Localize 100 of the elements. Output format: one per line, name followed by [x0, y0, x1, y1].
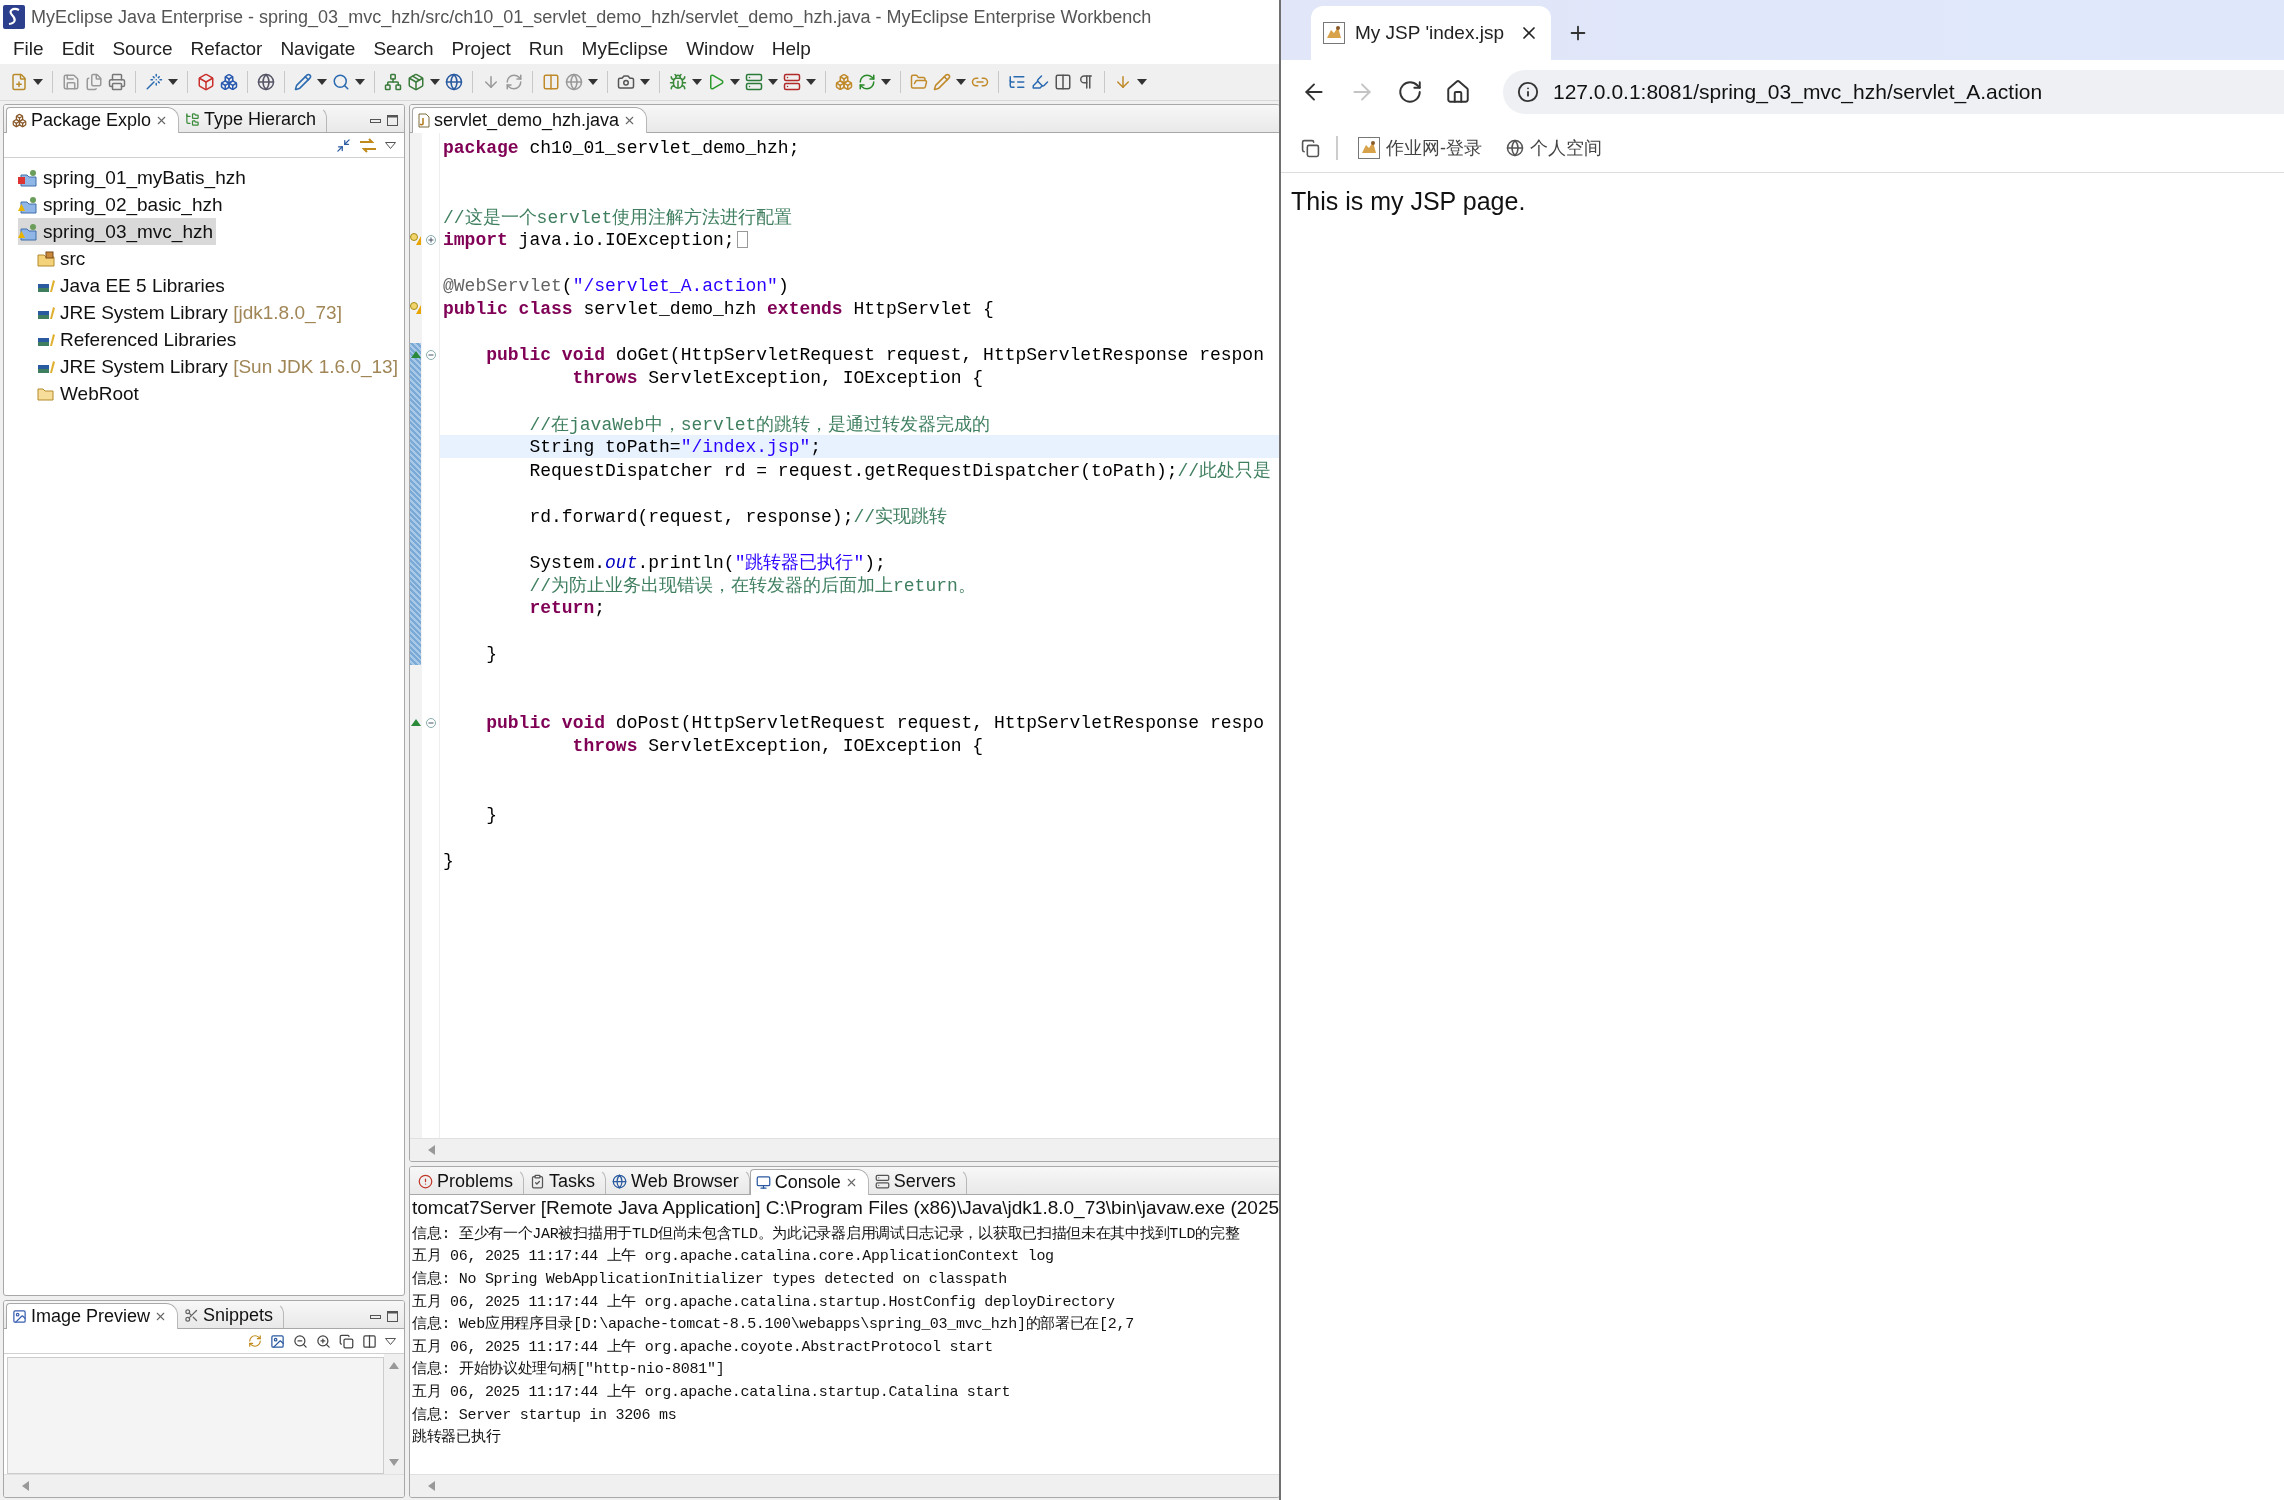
panel-tab[interactable]: Type Hierarch [179, 106, 328, 132]
bug-icon[interactable] [669, 73, 687, 91]
menu-item[interactable]: File [4, 36, 53, 62]
dropdown-caret-icon[interactable] [33, 79, 43, 85]
zoom-out-icon[interactable] [293, 1333, 308, 1349]
bookmark[interactable]: 个人空间 [1502, 134, 1606, 162]
collapse-all-icon[interactable] [336, 137, 351, 153]
columns-icon[interactable] [362, 1333, 377, 1349]
menu-item[interactable]: Help [762, 36, 820, 62]
minimize-icon[interactable] [370, 118, 381, 123]
dropdown-caret-icon[interactable] [1137, 79, 1147, 85]
refresh-icon[interactable] [248, 1334, 262, 1348]
view-menu-icon[interactable] [385, 141, 396, 149]
tree-item[interactable]: JRE System Library [jdk1.8.0_73] [37, 299, 345, 326]
dropdown-caret-icon[interactable] [640, 79, 650, 85]
search-icon[interactable] [332, 73, 350, 91]
cube-icon[interactable] [197, 73, 215, 91]
panel-tab[interactable]: Console [749, 1169, 869, 1195]
panel-tab[interactable]: Package Explo [6, 107, 180, 133]
horizontal-scrollbar[interactable] [410, 1138, 1279, 1161]
menu-item[interactable]: Project [442, 36, 520, 62]
tree-item[interactable]: JRE System Library [Sun JDK 1.6.0_13] [37, 353, 401, 380]
tab-groups-icon[interactable] [1301, 138, 1320, 158]
maximize-icon[interactable] [387, 1311, 398, 1322]
dropdown-caret-icon[interactable] [168, 79, 178, 85]
dropdown-caret-icon[interactable] [881, 79, 891, 85]
zoom-in-icon[interactable] [316, 1333, 331, 1349]
folder-icon[interactable] [910, 73, 928, 91]
horizontal-scrollbar[interactable] [410, 1474, 1279, 1497]
package-icon[interactable] [407, 73, 425, 91]
pilcrow-icon[interactable] [1077, 73, 1095, 91]
dropdown-caret-icon[interactable] [692, 79, 702, 85]
globe-icon[interactable] [257, 73, 275, 91]
pencil-icon[interactable] [933, 73, 951, 91]
alert-icon [418, 1174, 433, 1189]
refresh-icon[interactable] [858, 73, 876, 91]
panel-tab[interactable]: Servers [868, 1168, 967, 1194]
home-icon[interactable] [1445, 79, 1471, 105]
panel-tab[interactable]: Image Preview [6, 1303, 179, 1329]
arrow-down-icon[interactable] [1114, 73, 1132, 91]
server-icon[interactable] [783, 73, 801, 91]
menu-item[interactable]: MyEclipse [572, 36, 678, 62]
new-file-icon[interactable] [10, 73, 28, 91]
tree-item[interactable]: Java EE 5 Libraries [37, 272, 228, 299]
tree-item[interactable]: spring_03_mvc_hzh [18, 218, 217, 245]
globe-icon[interactable] [445, 73, 463, 91]
tree-item[interactable]: spring_01_myBatis_hzh [18, 164, 249, 191]
highlighter-icon[interactable] [1031, 73, 1049, 91]
expand-icon[interactable] [425, 234, 436, 245]
list-icon[interactable] [1008, 73, 1026, 91]
panel-tab[interactable]: servlet_demo_hzh.java [412, 107, 648, 133]
cubes-icon[interactable] [835, 73, 853, 91]
folded-code-icon[interactable] [736, 231, 748, 248]
bookmark[interactable]: 作业网-登录 [1354, 134, 1486, 162]
dropdown-caret-icon[interactable] [588, 79, 598, 85]
address-bar[interactable]: 127.0.0.1:8081/spring_03_mvc_hzh/servlet_A.action [1503, 70, 2284, 114]
menu-item[interactable]: Run [519, 36, 573, 62]
info-icon[interactable] [1517, 81, 1539, 103]
image-icon[interactable] [270, 1333, 285, 1349]
pencil-icon[interactable] [294, 73, 312, 91]
menu-item[interactable]: Edit [52, 36, 104, 62]
tree-item[interactable]: WebRoot [37, 380, 142, 407]
hierarchy-icon [185, 112, 201, 127]
tree-item[interactable]: src [37, 245, 89, 272]
view-menu-icon[interactable] [385, 1337, 396, 1345]
dropdown-caret-icon[interactable] [317, 79, 327, 85]
run-icon[interactable] [707, 73, 725, 91]
browser-tab[interactable]: My JSP 'index.jsp [1311, 6, 1551, 60]
menu-item[interactable]: Source [103, 36, 182, 62]
panel-tab[interactable]: Snippets [178, 1302, 285, 1328]
print-icon[interactable] [108, 73, 126, 91]
menu-item[interactable]: Refactor [181, 36, 272, 62]
reload-icon[interactable] [1397, 79, 1423, 105]
columns-icon[interactable] [1054, 73, 1072, 91]
menu-item[interactable]: Window [677, 36, 763, 62]
panel-tab[interactable]: Tasks [524, 1168, 607, 1194]
minimize-icon[interactable] [370, 1314, 381, 1319]
tree-item[interactable]: Referenced Libraries [37, 326, 240, 353]
clipboard-icon [530, 1174, 546, 1189]
menu-item[interactable]: Navigate [271, 36, 365, 62]
dropdown-caret-icon[interactable] [768, 79, 778, 85]
camera-icon[interactable] [617, 73, 635, 91]
wand-icon[interactable] [145, 73, 163, 91]
link-arrows-icon[interactable] [359, 137, 377, 153]
panel-tab[interactable]: Web Browser [606, 1168, 750, 1194]
dropdown-caret-icon[interactable] [730, 79, 740, 85]
dropdown-caret-icon[interactable] [806, 79, 816, 85]
cubes-icon[interactable] [220, 73, 238, 91]
network-icon[interactable] [384, 73, 402, 91]
copy-icon[interactable] [339, 1333, 354, 1349]
package-icon [12, 113, 27, 128]
horizontal-scrollbar[interactable] [4, 1474, 404, 1497]
dropdown-caret-icon[interactable] [430, 79, 440, 85]
maximize-icon[interactable] [387, 115, 398, 126]
dropdown-caret-icon[interactable] [956, 79, 966, 85]
panel-tab[interactable]: Problems [412, 1168, 525, 1194]
server-icon[interactable] [745, 73, 763, 91]
menu-item[interactable]: Search [364, 36, 443, 62]
tree-item[interactable]: spring_02_basic_hzh [18, 191, 226, 218]
dropdown-caret-icon[interactable] [355, 79, 365, 85]
